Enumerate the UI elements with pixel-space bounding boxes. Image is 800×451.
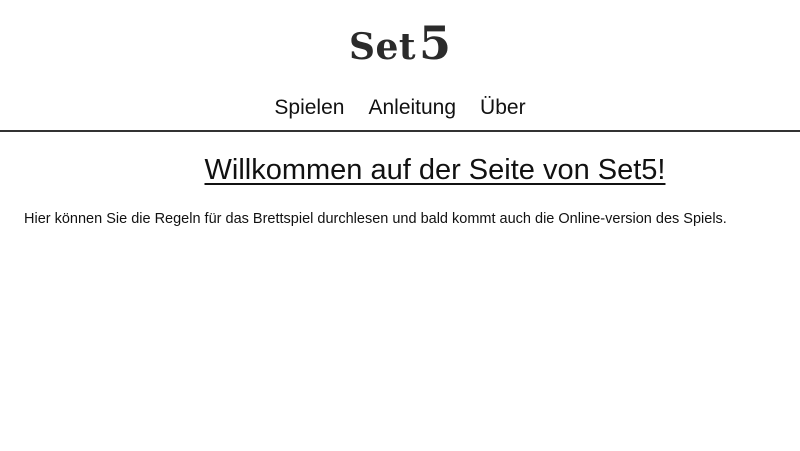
site-logo[interactable]: Set5 (0, 20, 800, 66)
page: Set5 Spielen Anleitung Über Willkommen a… (0, 0, 800, 451)
page-title: Willkommen auf der Seite von Set5! (204, 154, 666, 186)
nav-item-ueber[interactable]: Über (480, 96, 526, 120)
nav-item-spielen[interactable]: Spielen (274, 96, 344, 120)
nav-item-anleitung[interactable]: Anleitung (368, 96, 456, 120)
logo-word: Set (348, 26, 416, 68)
logo-number: 5 (419, 16, 452, 70)
header-divider (0, 130, 800, 132)
intro-text: Hier können Sie die Regeln für das Brett… (24, 211, 727, 227)
main-nav: Spielen Anleitung Über (0, 96, 800, 120)
